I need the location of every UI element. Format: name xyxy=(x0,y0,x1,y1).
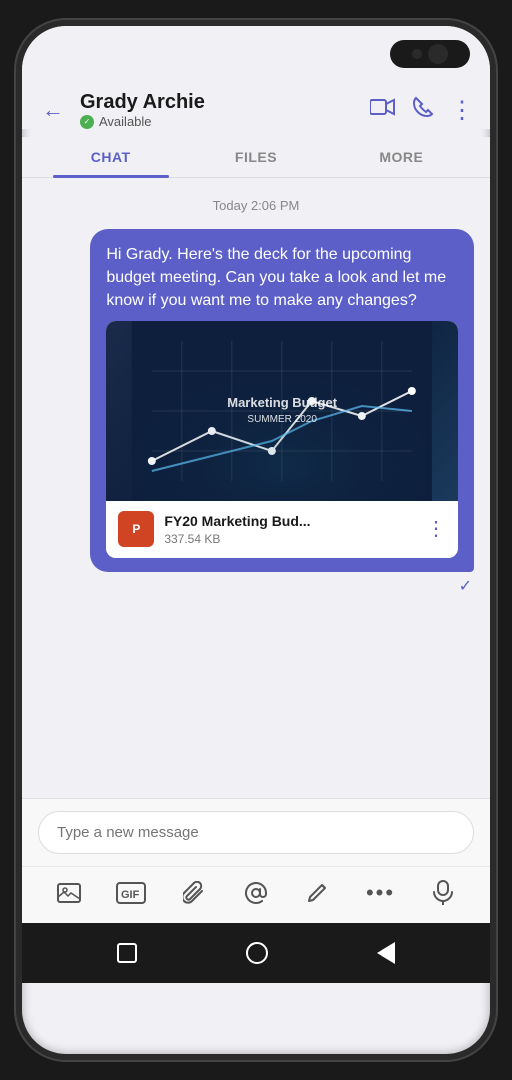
mention-icon[interactable] xyxy=(238,875,274,911)
formatting-toolbar: GIF ••• xyxy=(22,866,490,923)
status-indicator xyxy=(80,115,94,129)
message-text: Hi Grady. Here's the deck for the upcomi… xyxy=(106,246,446,309)
file-size: 337.54 KB xyxy=(164,531,416,548)
more-options-button[interactable]: ⋮ xyxy=(450,96,474,125)
more-toolbar-icon[interactable]: ••• xyxy=(363,875,399,911)
home-button[interactable] xyxy=(117,943,137,963)
message-timestamp: Today 2:06 PM xyxy=(38,198,474,213)
recents-button[interactable] xyxy=(377,942,395,964)
tab-more[interactable]: MORE xyxy=(329,137,474,177)
sent-checkmark: ✓ xyxy=(459,576,472,596)
tab-chat[interactable]: CHAT xyxy=(38,137,183,177)
image-icon[interactable] xyxy=(51,875,87,911)
format-icon[interactable] xyxy=(300,875,336,911)
attachment-card[interactable]: Marketing Budget SUMMER 2020 P FY20 Mark… xyxy=(106,321,458,559)
svg-text:GIF: GIF xyxy=(121,889,140,901)
contact-name: Grady Archie xyxy=(80,91,358,114)
camera-dot-small xyxy=(412,49,422,59)
phone-call-button[interactable] xyxy=(412,96,434,124)
video-call-button[interactable] xyxy=(370,97,396,123)
phone-frame: ← Grady Archie Available ⋮ xyxy=(16,20,496,1060)
phone-top-bar xyxy=(22,26,490,81)
gif-icon[interactable]: GIF xyxy=(113,875,149,911)
contact-status: Available xyxy=(80,114,358,129)
tab-bar: CHAT FILES MORE xyxy=(22,137,490,178)
camera-area xyxy=(390,40,470,68)
sent-message-bubble: Hi Grady. Here's the deck for the upcomi… xyxy=(90,229,474,572)
message-input[interactable] xyxy=(38,811,474,854)
file-details: FY20 Marketing Bud... 337.54 KB xyxy=(164,511,416,549)
chat-header: ← Grady Archie Available ⋮ xyxy=(22,81,490,129)
contact-info: Grady Archie Available xyxy=(80,91,358,129)
chat-area: Today 2:06 PM Hi Grady. Here's the deck … xyxy=(22,178,490,798)
attachment-preview: Marketing Budget SUMMER 2020 xyxy=(106,321,458,501)
back-button[interactable]: ← xyxy=(38,93,68,127)
attachment-title-overlay: Marketing Budget SUMMER 2020 xyxy=(227,394,337,427)
file-menu-button[interactable]: ⋮ xyxy=(426,515,446,544)
header-actions: ⋮ xyxy=(370,96,474,125)
file-name: FY20 Marketing Bud... xyxy=(164,511,416,531)
attachment-info-bar[interactable]: P FY20 Marketing Bud... 337.54 KB ⋮ xyxy=(106,501,458,559)
message-input-area xyxy=(22,798,490,866)
camera-lens xyxy=(428,44,448,64)
tab-files[interactable]: FILES xyxy=(183,137,328,177)
attach-icon[interactable] xyxy=(176,875,212,911)
ppt-icon: P xyxy=(118,511,154,547)
microphone-icon[interactable] xyxy=(425,875,461,911)
back-nav-button[interactable] xyxy=(246,942,268,964)
bottom-navigation xyxy=(22,923,490,983)
status-text: Available xyxy=(99,114,152,129)
